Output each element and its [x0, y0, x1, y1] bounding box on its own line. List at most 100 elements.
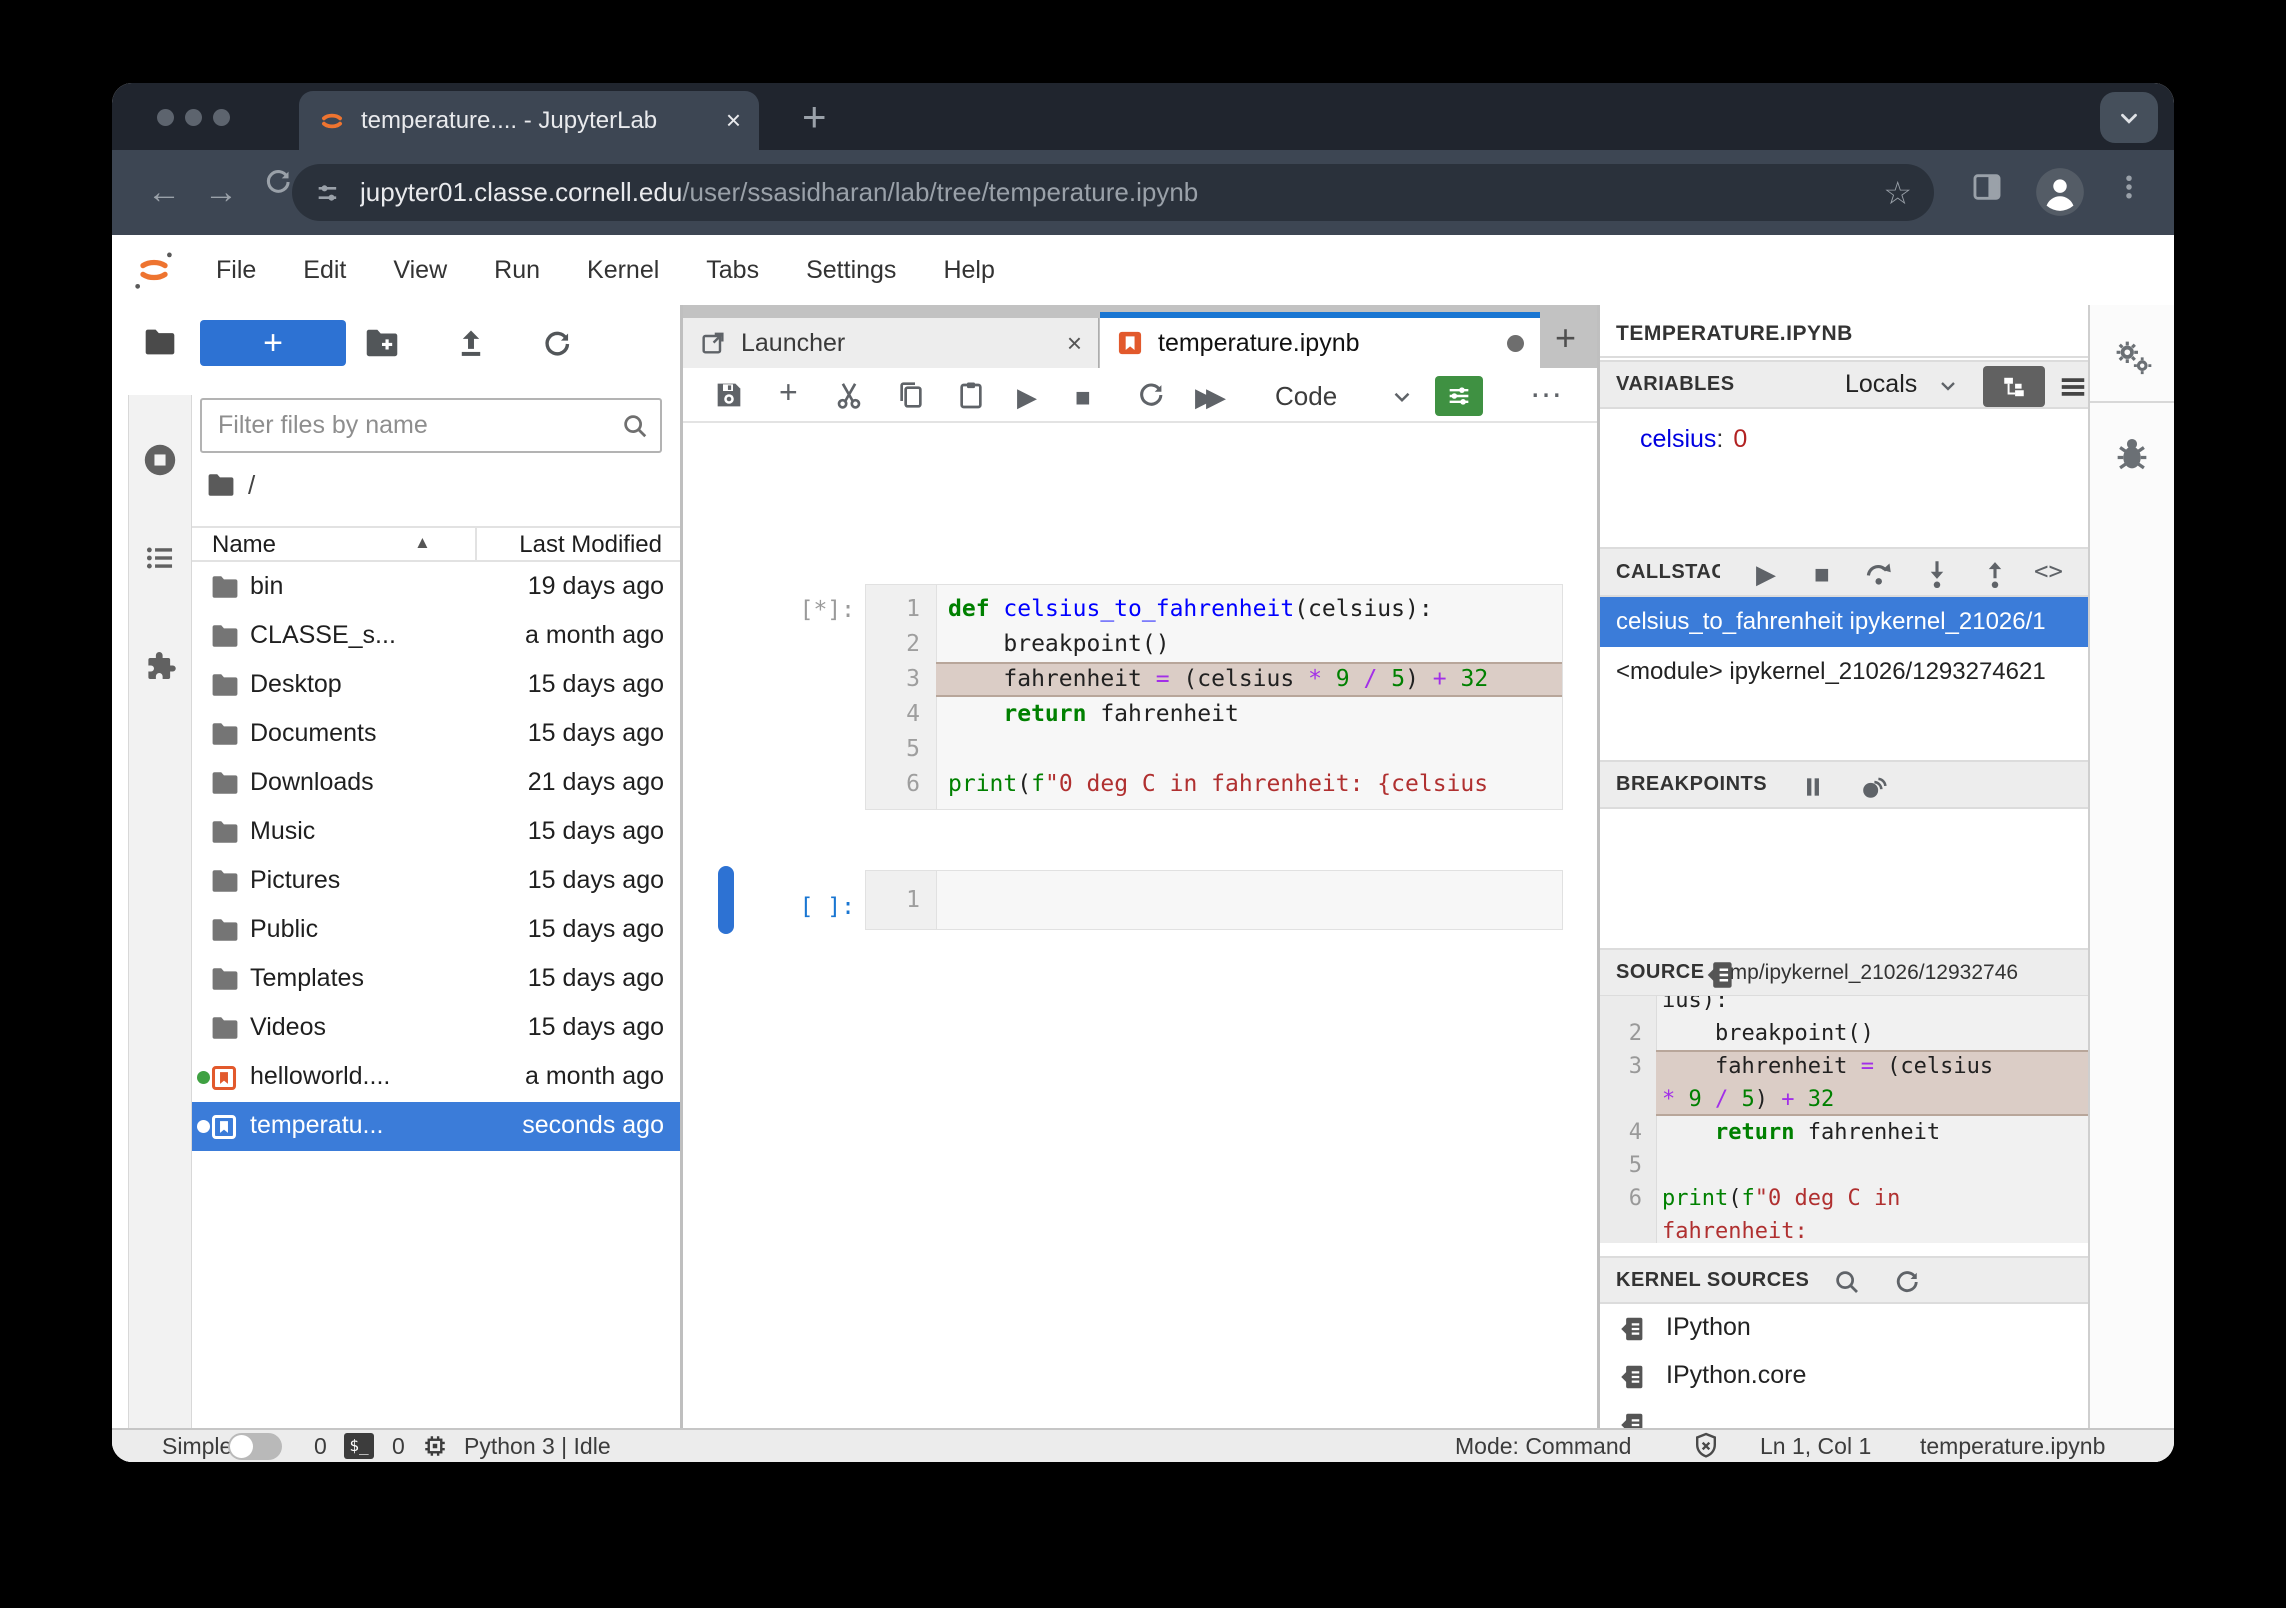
browser-tab[interactable]: temperature.... - JupyterLab ×	[299, 91, 759, 150]
address-bar[interactable]: jupyter01.classe.cornell.edu/user/ssasid…	[292, 164, 1934, 221]
terminal-icon[interactable]: $_	[344, 1433, 374, 1459]
remove-breakpoints-icon[interactable]	[1858, 771, 1890, 803]
file-row-helloworld-[interactable]: helloworld....a month ago	[192, 1053, 680, 1102]
variables-tree-view-button[interactable]	[1983, 366, 2045, 407]
code-line-1[interactable]: 1def celsius_to_fahrenheit(celsius):	[866, 592, 1562, 627]
restart-run-all-icon[interactable]: ▶▶	[1195, 381, 1217, 413]
file-row-bin[interactable]: bin19 days ago	[192, 563, 680, 612]
new-folder-icon[interactable]	[364, 327, 400, 359]
running-kernels-icon[interactable]	[141, 441, 179, 479]
menu-settings[interactable]: Settings	[806, 256, 896, 285]
column-last-modified[interactable]: Last Modified	[519, 531, 662, 559]
file-browser-icon[interactable]	[143, 327, 177, 357]
file-row-documents[interactable]: Documents15 days ago	[192, 710, 680, 759]
table-of-contents-icon[interactable]	[142, 541, 178, 575]
step-over-icon[interactable]	[1862, 557, 1896, 591]
variables-header[interactable]: VARIABLES Locals	[1600, 360, 2088, 409]
browser-tab-close-icon[interactable]: ×	[726, 105, 741, 136]
simple-mode-toggle[interactable]	[228, 1433, 282, 1460]
tab-launcher-close-icon[interactable]: ×	[1067, 328, 1082, 359]
continue-icon[interactable]: ▶	[1756, 559, 1776, 590]
run-cell-icon[interactable]: ▶	[1017, 381, 1037, 413]
file-row-videos[interactable]: Videos15 days ago	[192, 1004, 680, 1053]
home-folder-icon[interactable]	[206, 472, 236, 498]
kernel-source-ipython[interactable]: IPython	[1600, 1304, 2088, 1352]
code-line-1[interactable]: 1	[866, 883, 1562, 918]
menu-kernel[interactable]: Kernel	[587, 256, 659, 285]
open-source-icon[interactable]	[1704, 958, 1738, 992]
file-filter-input[interactable]	[216, 404, 610, 447]
column-name[interactable]: Name	[212, 531, 276, 559]
menu-help[interactable]: Help	[943, 256, 994, 285]
kernel-status[interactable]: Python 3 | Idle	[464, 1433, 611, 1460]
code-cell-1[interactable]: 1def celsius_to_fahrenheit(celsius):2 br…	[865, 584, 1563, 810]
copy-cells-icon[interactable]	[895, 379, 927, 411]
pause-on-exception-icon[interactable]	[1800, 774, 1826, 800]
file-row-public[interactable]: Public15 days ago	[192, 906, 680, 955]
step-in-icon[interactable]	[1920, 557, 1954, 591]
refresh-files-icon[interactable]	[540, 327, 574, 361]
browser-menu-icon[interactable]	[2114, 170, 2144, 204]
property-inspector-icon[interactable]	[2110, 335, 2154, 379]
window-close-button[interactable]	[157, 109, 174, 126]
paste-cells-icon[interactable]	[955, 379, 987, 411]
unsaved-changes-dot[interactable]	[1507, 335, 1524, 352]
breadcrumb[interactable]: /	[206, 465, 255, 505]
kernel-source-ipython.core[interactable]: IPython.core	[1600, 1352, 2088, 1400]
cut-cells-icon[interactable]	[833, 379, 865, 411]
code-cell-2[interactable]: 1	[865, 870, 1563, 930]
menu-run[interactable]: Run	[494, 256, 540, 285]
upload-icon[interactable]	[454, 327, 488, 361]
file-row-downloads[interactable]: Downloads21 days ago	[192, 759, 680, 808]
code-line-3[interactable]: 3 fahrenheit = (celsius * 9 / 5) + 32	[866, 662, 1562, 697]
source-header[interactable]: SOURCE /tmp/ipykernel_21026/12932746	[1600, 948, 2088, 997]
reload-button[interactable]	[262, 166, 294, 198]
variable-row[interactable]: celsius:0	[1640, 425, 1747, 454]
shield-x-icon[interactable]	[1690, 1430, 1722, 1462]
window-minimize-button[interactable]	[185, 109, 202, 126]
new-launcher-button[interactable]: +	[200, 320, 346, 366]
variables-table-view-icon[interactable]	[2056, 372, 2088, 402]
evaluate-code-icon[interactable]: <>	[2034, 557, 2063, 585]
breakpoints-header[interactable]: BREAKPOINTS	[1600, 760, 2088, 809]
tab-search-button[interactable]	[2100, 92, 2158, 143]
active-cell-indicator[interactable]	[718, 866, 734, 934]
terminate-icon[interactable]: ■	[1814, 559, 1830, 590]
menu-edit[interactable]: Edit	[303, 256, 346, 285]
profile-avatar[interactable]	[2034, 166, 2086, 218]
insert-cell-icon[interactable]: +	[779, 376, 798, 408]
kernel-sources-refresh-icon[interactable]	[1892, 1267, 1922, 1297]
restart-kernel-icon[interactable]	[1135, 379, 1167, 411]
code-line-5[interactable]: 5	[866, 732, 1562, 767]
menu-file[interactable]: File	[216, 256, 256, 285]
code-line-2[interactable]: 2 breakpoint()	[866, 627, 1562, 662]
file-row-classe-s-[interactable]: CLASSE_s...a month ago	[192, 612, 680, 661]
debugger-toggle[interactable]	[1435, 376, 1483, 416]
add-tab-button[interactable]: +	[1555, 317, 1576, 359]
new-tab-button[interactable]: +	[802, 93, 827, 141]
site-settings-icon[interactable]	[314, 179, 342, 207]
more-commands-icon[interactable]: …	[1529, 370, 1563, 402]
file-row-templates[interactable]: Templates15 days ago	[192, 955, 680, 1004]
forward-button[interactable]: →	[204, 172, 238, 212]
file-row-pictures[interactable]: Pictures15 days ago	[192, 857, 680, 906]
callstack-frame-1[interactable]: <module> ipykernel_21026/1293274621	[1600, 647, 2088, 697]
debugger-bug-icon[interactable]	[2111, 433, 2153, 475]
tab-temperature-ipynb[interactable]: temperature.ipynb	[1100, 312, 1540, 368]
window-zoom-button[interactable]	[213, 109, 230, 126]
bookmark-star-icon[interactable]: ☆	[1883, 174, 1912, 212]
file-row-temperatu-[interactable]: temperatu...seconds ago	[192, 1102, 680, 1151]
variables-scope-dropdown[interactable]: Locals	[1845, 370, 1917, 399]
cell-type-dropdown[interactable]: Code	[1275, 381, 1337, 412]
callstack-header[interactable]: CALLSTACK ▶ ■ <>	[1600, 547, 2088, 597]
file-row-desktop[interactable]: Desktop15 days ago	[192, 661, 680, 710]
menu-tabs[interactable]: Tabs	[706, 256, 759, 285]
callstack-frame-0[interactable]: celsius_to_fahrenheit ipykernel_21026/1	[1600, 597, 2088, 647]
kernel-sources-header[interactable]: KERNEL SOURCES	[1600, 1256, 2088, 1304]
cell-type-chevron-icon[interactable]	[1389, 384, 1415, 410]
scope-chevron-icon[interactable]	[1936, 374, 1960, 398]
kernel-sources-search-icon[interactable]	[1832, 1267, 1862, 1297]
mode-indicator[interactable]: Mode: Command	[1455, 1433, 1631, 1460]
back-button[interactable]: ←	[147, 172, 181, 212]
tab-launcher[interactable]: Launcher ×	[683, 318, 1099, 368]
